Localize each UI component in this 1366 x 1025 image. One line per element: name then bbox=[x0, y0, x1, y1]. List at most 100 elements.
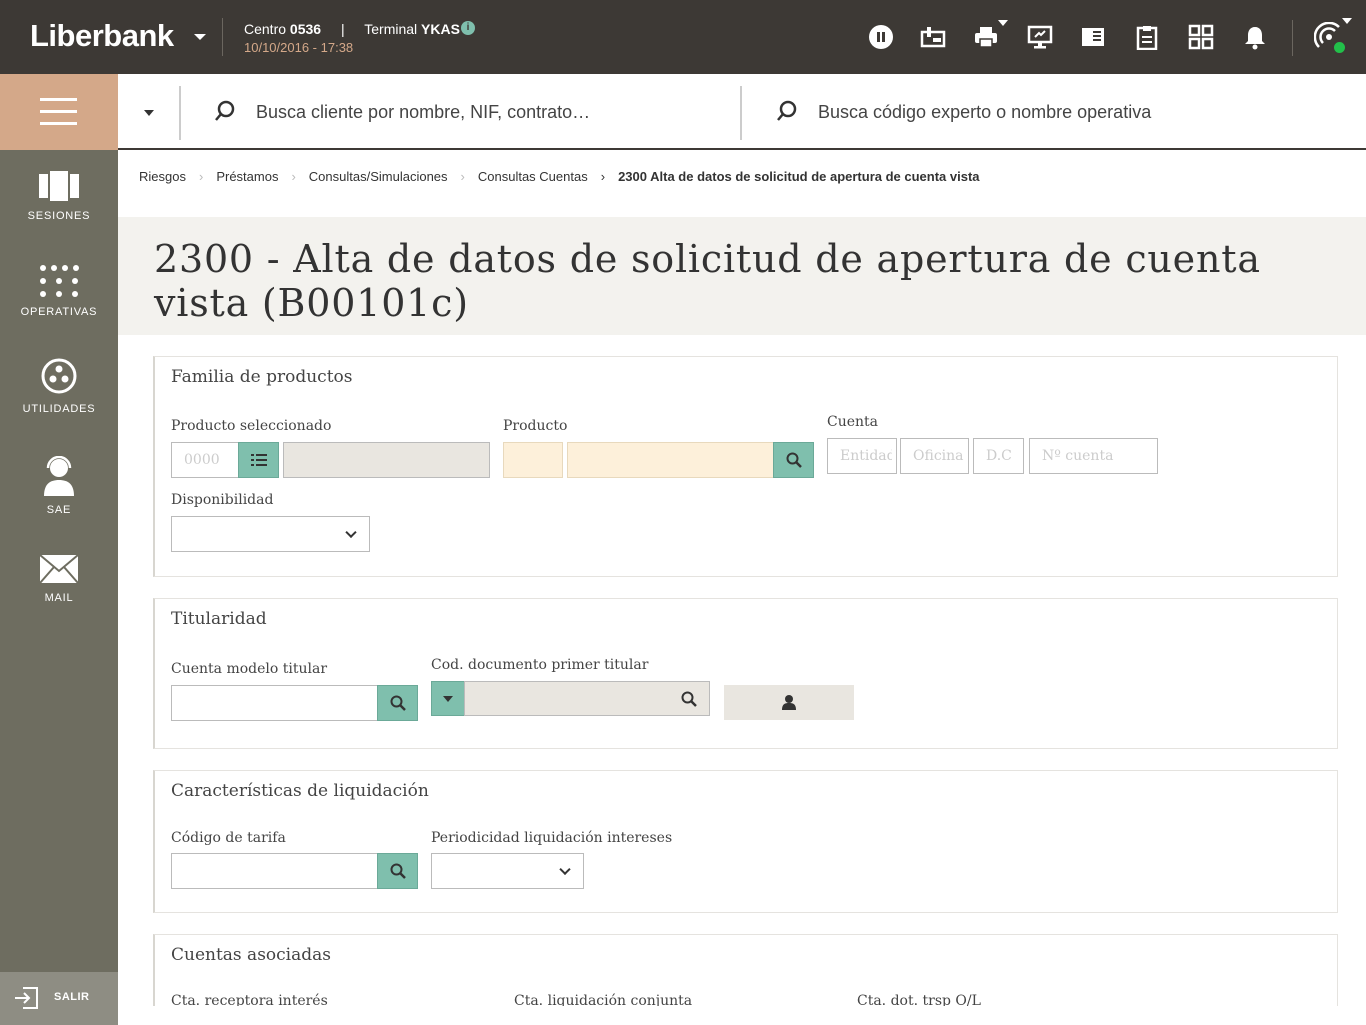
sidebar-item-label: SAE bbox=[46, 504, 72, 516]
brand-logo[interactable]: Liberbank bbox=[30, 18, 174, 54]
info-separator: | bbox=[340, 21, 345, 37]
topbar-divider bbox=[222, 18, 223, 56]
bell-icon[interactable] bbox=[1242, 24, 1268, 50]
dots-grid-icon bbox=[40, 265, 79, 297]
producto-seleccionado-code-input[interactable]: 0000 bbox=[171, 442, 239, 478]
page-header: 2300 - Alta de datos de solicitud de ape… bbox=[118, 217, 1366, 335]
monitor-icon[interactable] bbox=[1027, 24, 1053, 50]
top-bar: Liberbank Centro 0536 | Terminal YKAS i … bbox=[0, 0, 1366, 74]
titular-lookup-button[interactable] bbox=[724, 685, 854, 720]
chevron-right-icon: › bbox=[198, 169, 204, 184]
sidebar-item-label: UTILIDADES bbox=[22, 403, 96, 415]
mail-icon bbox=[39, 554, 79, 584]
utilities-icon bbox=[41, 358, 77, 394]
sidebar-item-label: MAIL bbox=[44, 592, 74, 604]
sidebar-item-mail[interactable]: MAIL bbox=[0, 554, 118, 604]
user-icon bbox=[782, 695, 796, 710]
logout-label: SALIR bbox=[54, 991, 90, 1003]
centro-label: Centro bbox=[244, 21, 287, 37]
sidebar-item-sae[interactable]: SAE bbox=[0, 456, 118, 516]
cuenta-dc-placeholder: D.C bbox=[986, 448, 1012, 464]
search-icon[interactable] bbox=[681, 691, 697, 707]
brand-menu-caret-icon[interactable] bbox=[194, 34, 206, 40]
cuenta-label: Cuenta bbox=[827, 414, 879, 430]
operation-search-input[interactable]: Busca código experto o nombre operativa bbox=[818, 102, 1151, 123]
periodicidad-select[interactable] bbox=[431, 853, 584, 889]
sidebar-item-utilidades[interactable]: UTILIDADES bbox=[0, 357, 118, 415]
topbar-divider-right bbox=[1292, 20, 1293, 56]
signal-menu-caret-icon[interactable] bbox=[1342, 18, 1352, 24]
breadcrumb-current: 2300 Alta de datos de solicitud de apert… bbox=[618, 169, 980, 184]
producto-name-input[interactable] bbox=[567, 442, 775, 478]
producto-code-input[interactable] bbox=[503, 442, 563, 478]
breadcrumb-link[interactable]: Consultas/Simulaciones bbox=[309, 169, 448, 184]
sidebar-item-label: SESIONES bbox=[27, 210, 91, 222]
hamburger-menu-button[interactable] bbox=[0, 74, 118, 150]
sidebar: SESIONES OPERATIVAS UTILIDADES SAE MAIL … bbox=[0, 74, 118, 1025]
connection-status-indicator bbox=[1332, 40, 1347, 55]
clipboard-icon[interactable] bbox=[1134, 24, 1160, 50]
client-search-input[interactable]: Busca cliente por nombre, NIF, contrato… bbox=[256, 102, 590, 123]
sidebar-item-label: OPERATIVAS bbox=[20, 306, 98, 318]
breadcrumb-link[interactable]: Riesgos bbox=[139, 169, 186, 184]
panel-title: Características de liquidación bbox=[171, 781, 429, 801]
hamburger-line bbox=[40, 122, 77, 125]
centro-value: 0536 bbox=[289, 21, 322, 37]
cuenta-dc-input[interactable]: D.C bbox=[973, 438, 1024, 474]
cuenta-modelo-input[interactable] bbox=[171, 685, 378, 721]
cuenta-numero-input[interactable]: Nº cuenta bbox=[1029, 438, 1158, 474]
codigo-tarifa-label: Código de tarifa bbox=[171, 830, 286, 846]
panel-titularidad: Titularidad Cuenta modelo titular Cod. d… bbox=[153, 598, 1338, 749]
periodicidad-label: Periodicidad liquidación intereses bbox=[431, 830, 673, 846]
producto-code-placeholder: 0000 bbox=[184, 452, 220, 468]
support-agent-icon bbox=[44, 456, 74, 496]
cod-documento-label: Cod. documento primer titular bbox=[431, 657, 649, 673]
breadcrumb-link[interactable]: Préstamos bbox=[216, 169, 278, 184]
chevron-right-icon: › bbox=[600, 169, 606, 184]
producto-search-button[interactable] bbox=[773, 442, 814, 478]
logout-button[interactable]: SALIR bbox=[0, 972, 118, 1025]
pause-icon[interactable] bbox=[868, 24, 894, 50]
sidebar-item-sesiones[interactable]: SESIONES bbox=[0, 170, 118, 222]
search-bar: Busca cliente por nombre, NIF, contrato…… bbox=[118, 74, 1366, 150]
cuenta-modelo-label: Cuenta modelo titular bbox=[171, 661, 328, 677]
info-icon[interactable]: i bbox=[461, 21, 475, 35]
page-title: 2300 - Alta de datos de solicitud de ape… bbox=[154, 237, 1261, 325]
apps-grid-icon[interactable] bbox=[1188, 24, 1214, 50]
search-icon[interactable] bbox=[214, 100, 236, 122]
disponibilidad-select[interactable] bbox=[171, 516, 370, 552]
panel-familia-productos: Familia de productos Producto selecciona… bbox=[153, 356, 1338, 577]
cuenta-entidad-input[interactable]: Entidad bbox=[827, 438, 897, 474]
printer-icon[interactable] bbox=[973, 24, 999, 50]
search-icon[interactable] bbox=[776, 100, 798, 122]
book-icon[interactable] bbox=[1080, 24, 1106, 50]
producto-seleccionado-description-field bbox=[283, 442, 490, 478]
codigo-tarifa-search-button[interactable] bbox=[377, 853, 418, 889]
terminal-info: Centro 0536 | Terminal YKAS bbox=[244, 21, 460, 37]
search-icon bbox=[390, 863, 406, 879]
codigo-tarifa-input[interactable] bbox=[171, 853, 378, 889]
sidebar-item-operativas[interactable]: OPERATIVAS bbox=[0, 264, 118, 318]
logout-icon bbox=[15, 987, 38, 1009]
sessions-icon bbox=[39, 171, 79, 201]
session-datetime: 10/10/2016 - 17:38 bbox=[244, 40, 354, 55]
cuenta-modelo-search-button[interactable] bbox=[377, 685, 418, 721]
product-list-button[interactable] bbox=[238, 442, 279, 478]
cod-documento-input[interactable] bbox=[464, 681, 710, 716]
search-icon bbox=[786, 452, 802, 468]
list-icon bbox=[250, 454, 267, 466]
hamburger-line bbox=[40, 110, 77, 113]
cuenta-oficina-input[interactable]: Oficina bbox=[900, 438, 969, 474]
search-divider bbox=[179, 86, 181, 140]
breadcrumb-link[interactable]: Consultas Cuentas bbox=[478, 169, 588, 184]
document-type-dropdown[interactable] bbox=[431, 681, 465, 716]
disponibilidad-label: Disponibilidad bbox=[171, 492, 274, 508]
viewport-fade bbox=[118, 1006, 1366, 1025]
terminal-value: YKAS bbox=[421, 21, 460, 37]
printer-menu-caret-icon[interactable] bbox=[998, 20, 1008, 26]
search-scope-dropdown-icon[interactable] bbox=[144, 110, 154, 116]
chevron-down-icon bbox=[345, 526, 357, 539]
cuenta-numero-placeholder: Nº cuenta bbox=[1042, 448, 1114, 464]
chevron-right-icon: › bbox=[460, 169, 465, 184]
cash-drawer-icon[interactable] bbox=[920, 24, 946, 50]
